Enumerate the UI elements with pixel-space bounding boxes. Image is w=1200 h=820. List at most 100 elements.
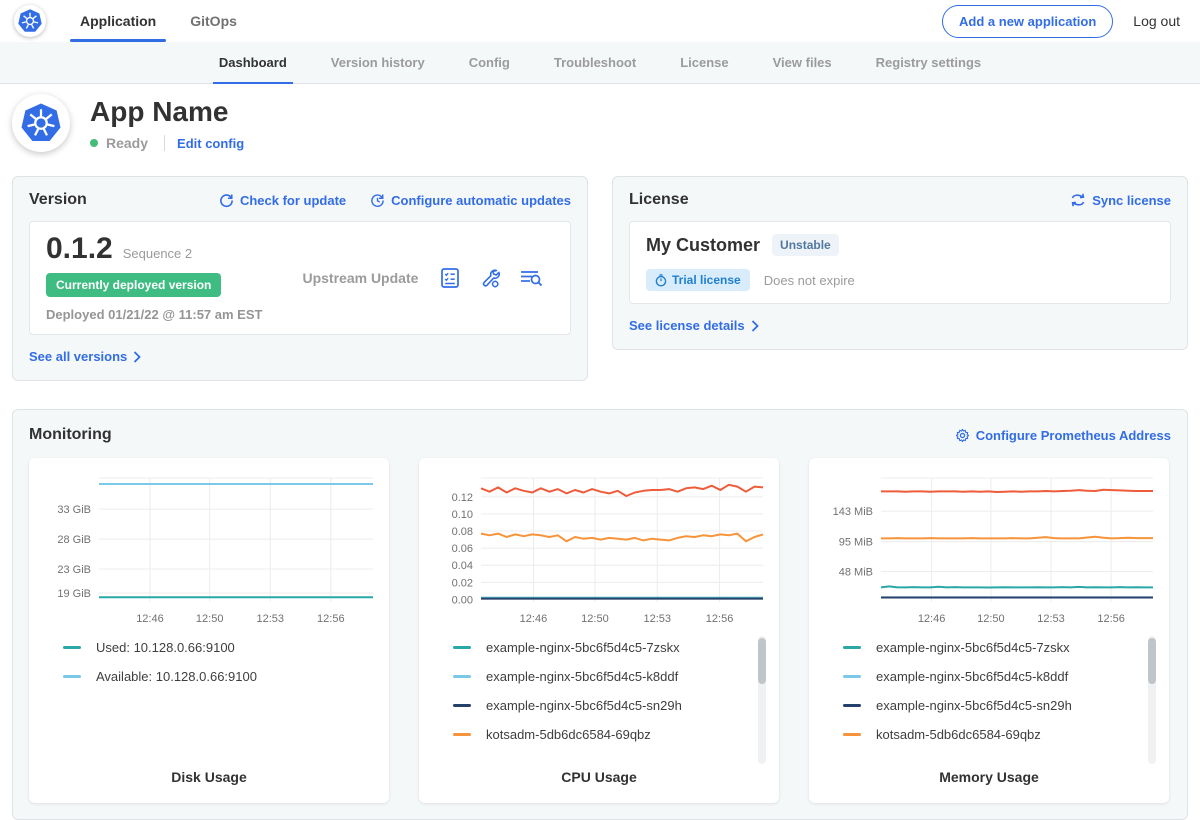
svg-text:0.04: 0.04 xyxy=(452,560,473,572)
svg-text:95 MiB: 95 MiB xyxy=(839,537,873,549)
license-details-box: My Customer Unstable Trial license Does … xyxy=(629,221,1171,304)
legend-item[interactable]: example-nginx-5bc6f5d4c5-sn29h xyxy=(453,698,753,713)
deployed-timestamp: Deployed 01/21/22 @ 11:57 am EST xyxy=(46,307,262,322)
legend-label: example-nginx-5bc6f5d4c5-k8ddf xyxy=(486,669,678,684)
license-card: License Sync license My Customer Unstabl… xyxy=(612,176,1188,350)
legend-scrollbar[interactable] xyxy=(758,636,766,764)
sync-license-link[interactable]: Sync license xyxy=(1070,193,1171,208)
tab-version-history[interactable]: Version history xyxy=(331,42,425,83)
chart-svg: 33 GiB28 GiB23 GiB19 GiB12:4612:5012:531… xyxy=(37,470,381,630)
legend-label: example-nginx-5bc6f5d4c5-k8ddf xyxy=(876,669,1068,684)
tab-registry-settings[interactable]: Registry settings xyxy=(876,42,981,83)
legend-dash-icon xyxy=(843,646,861,649)
legend-scrollbar-thumb[interactable] xyxy=(1148,638,1156,684)
see-all-versions-link[interactable]: See all versions xyxy=(29,349,141,364)
legend-label: kotsadm-5db6dc6584-69qbz xyxy=(486,727,651,742)
license-card-title: License xyxy=(629,191,689,209)
monitoring-section: Monitoring Configure Prometheus Address … xyxy=(12,409,1188,820)
current-version-box: 0.1.2 Sequence 2 Currently deployed vers… xyxy=(29,221,571,335)
tab-dashboard[interactable]: Dashboard xyxy=(219,42,287,83)
legend-dash-icon xyxy=(453,646,471,649)
chevron-right-icon xyxy=(133,351,141,363)
svg-text:12:46: 12:46 xyxy=(918,613,946,625)
chart-title: Memory Usage xyxy=(817,769,1161,793)
logout-button[interactable]: Log out xyxy=(1133,13,1180,29)
svg-text:12:46: 12:46 xyxy=(136,613,164,625)
edit-config-link[interactable]: Edit config xyxy=(177,136,244,151)
app-logo xyxy=(12,94,70,152)
svg-text:0.08: 0.08 xyxy=(452,526,473,538)
chart-title: Disk Usage xyxy=(37,769,381,793)
svg-text:19 GiB: 19 GiB xyxy=(57,588,91,600)
svg-text:143 MiB: 143 MiB xyxy=(833,506,873,518)
view-logs-icon[interactable] xyxy=(518,266,544,290)
legend-label: example-nginx-5bc6f5d4c5-sn29h xyxy=(486,698,682,713)
legend-label: Used: 10.128.0.66:9100 xyxy=(96,640,235,655)
tab-view-files[interactable]: View files xyxy=(773,42,832,83)
version-source-label: Upstream Update xyxy=(302,270,418,286)
legend-dash-icon xyxy=(453,733,471,736)
chevron-right-icon xyxy=(751,320,759,332)
svg-text:12:53: 12:53 xyxy=(256,613,284,625)
monitoring-title: Monitoring xyxy=(29,426,112,444)
expiry-text: Does not expire xyxy=(764,273,855,288)
memory-usage-chart-card: 143 MiB95 MiB48 MiB12:4612:5012:5312:56 … xyxy=(809,458,1169,803)
add-application-button[interactable]: Add a new application xyxy=(942,5,1113,38)
customer-name: My Customer xyxy=(646,235,760,256)
legend-label: kotsadm-5db6dc6584-69qbz xyxy=(876,727,1041,742)
version-number: 0.1.2 xyxy=(46,234,113,264)
legend-item[interactable]: example-nginx-5bc6f5d4c5-sn29h xyxy=(843,698,1143,713)
check-for-update-link[interactable]: Check for update xyxy=(219,193,346,208)
legend-scrollbar[interactable] xyxy=(1148,636,1156,764)
release-notes-icon[interactable] xyxy=(438,266,462,290)
svg-text:0.10: 0.10 xyxy=(452,509,473,521)
svg-text:28 GiB: 28 GiB xyxy=(57,534,91,546)
svg-text:12:50: 12:50 xyxy=(581,613,609,625)
legend-item[interactable]: example-nginx-5bc6f5d4c5-7zskx xyxy=(843,640,1143,655)
gear-icon xyxy=(955,428,970,443)
svg-text:12:56: 12:56 xyxy=(1097,613,1125,625)
memory-usage-legend: example-nginx-5bc6f5d4c5-7zskx example-ng… xyxy=(817,630,1161,769)
configure-automatic-updates-link[interactable]: Configure automatic updates xyxy=(370,193,571,208)
svg-text:0.06: 0.06 xyxy=(452,543,473,555)
svg-text:48 MiB: 48 MiB xyxy=(839,566,873,578)
legend-item[interactable]: example-nginx-5bc6f5d4c5-7zskx xyxy=(453,640,753,655)
see-license-details-link[interactable]: See license details xyxy=(629,318,759,333)
legend-label: Available: 10.128.0.66:9100 xyxy=(96,669,257,684)
svg-text:12:53: 12:53 xyxy=(1037,613,1065,625)
legend-item[interactable]: kotsadm-5db6dc6584-69qbz xyxy=(453,727,753,742)
legend-label: example-nginx-5bc6f5d4c5-sn29h xyxy=(876,698,1072,713)
divider xyxy=(164,135,165,151)
legend-item[interactable]: example-nginx-5bc6f5d4c5-k8ddf xyxy=(453,669,753,684)
charts-row: 33 GiB28 GiB23 GiB19 GiB12:4612:5012:531… xyxy=(29,458,1171,803)
see-all-versions-row: See all versions xyxy=(29,348,571,366)
tab-troubleshoot[interactable]: Troubleshoot xyxy=(554,42,636,83)
configure-prometheus-link[interactable]: Configure Prometheus Address xyxy=(955,428,1171,443)
tab-license[interactable]: License xyxy=(680,42,728,83)
schedule-update-icon xyxy=(370,193,385,208)
topnav-tab-gitops[interactable]: GitOps xyxy=(190,0,237,42)
disk-usage-plot: 33 GiB28 GiB23 GiB19 GiB12:4612:5012:531… xyxy=(37,470,381,630)
config-wrench-icon[interactable] xyxy=(478,266,502,290)
legend-scrollbar-thumb[interactable] xyxy=(758,638,766,684)
disk-usage-legend: Used: 10.128.0.66:9100 Available: 10.128.… xyxy=(37,630,381,769)
legend-item[interactable]: kotsadm-5db6dc6584-69qbz xyxy=(843,727,1143,742)
sync-icon xyxy=(1070,193,1086,207)
legend-item[interactable]: Available: 10.128.0.66:9100 xyxy=(63,669,363,684)
legend-item[interactable]: Used: 10.128.0.66:9100 xyxy=(63,640,363,655)
status-dot xyxy=(90,139,98,147)
svg-text:12:46: 12:46 xyxy=(520,613,548,625)
sequence-label: Sequence 2 xyxy=(123,246,192,261)
legend-label: example-nginx-5bc6f5d4c5-7zskx xyxy=(486,640,680,655)
top-nav: Application GitOps Add a new application… xyxy=(0,0,1200,42)
tab-config[interactable]: Config xyxy=(469,42,510,83)
legend-dash-icon xyxy=(843,704,861,707)
svg-text:0.12: 0.12 xyxy=(452,492,473,504)
topnav-tab-application[interactable]: Application xyxy=(80,0,156,42)
svg-text:0.02: 0.02 xyxy=(452,577,473,589)
kubernetes-logo[interactable] xyxy=(14,5,46,37)
version-card-title: Version xyxy=(29,191,87,209)
svg-text:12:56: 12:56 xyxy=(317,613,345,625)
legend-item[interactable]: example-nginx-5bc6f5d4c5-k8ddf xyxy=(843,669,1143,684)
svg-text:12:53: 12:53 xyxy=(643,613,671,625)
